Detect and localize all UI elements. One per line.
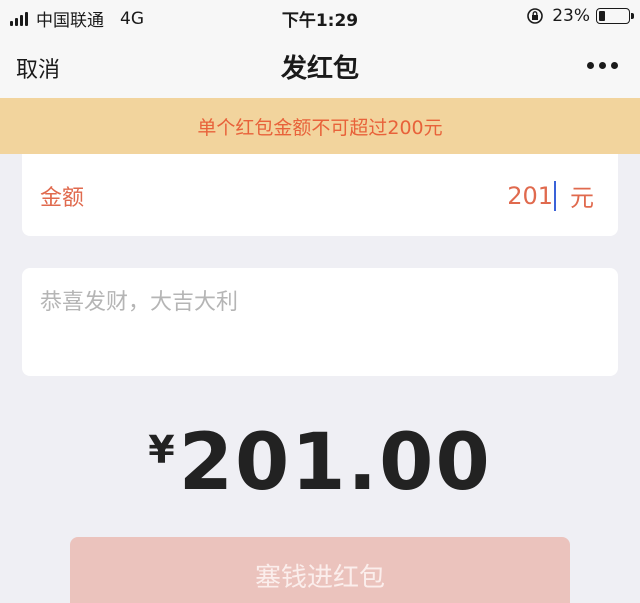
more-icon[interactable] (587, 62, 618, 69)
amount-label: 金额 (40, 186, 85, 211)
text-caret (554, 180, 556, 211)
amount-card: 金额 201 元 (22, 154, 618, 236)
battery-fill (599, 11, 605, 21)
amount-unit: 元 (570, 184, 594, 212)
submit-button[interactable]: 塞钱进红包 (70, 537, 570, 603)
amount-value: 201 (507, 181, 553, 210)
currency-symbol: ¥ (148, 428, 175, 472)
greeting-input[interactable]: 恭喜发财，大吉大利 (40, 284, 238, 316)
greeting-card[interactable]: 恭喜发财，大吉大利 (22, 268, 618, 376)
warning-text: 单个红包金额不可超过200元 (197, 116, 443, 139)
red-packet-page: 中国联通 4G 下午1:29 23% 取消 发红包 单个红包金额不可超过200元… (0, 0, 640, 603)
status-bar: 中国联通 4G 下午1:29 23% (0, 0, 640, 34)
battery-icon (596, 8, 634, 24)
total-amount: 201.00 (178, 418, 492, 508)
battery-percent: 23% (552, 6, 590, 26)
total-display: ¥201.00 (0, 418, 640, 508)
amount-input[interactable]: 201 元 (507, 178, 594, 213)
warning-banner: 单个红包金额不可超过200元 (0, 98, 640, 154)
page-title: 发红包 (280, 54, 359, 84)
status-right: 23% (526, 6, 634, 26)
rotation-lock-icon (527, 8, 544, 24)
nav-bar: 取消 发红包 (0, 34, 640, 98)
